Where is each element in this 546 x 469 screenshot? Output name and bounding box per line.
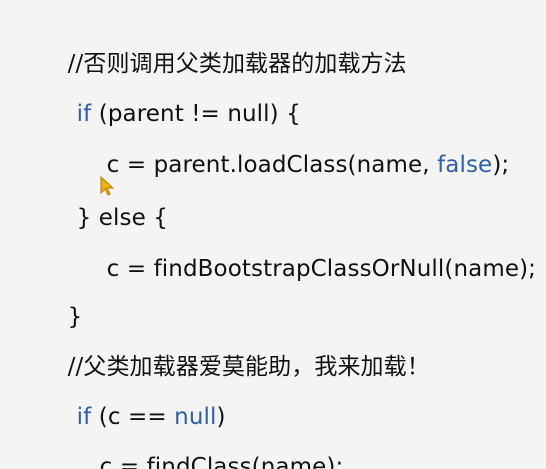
code-line-comment-help: //父类加载器爱莫能助，我来加载！: [0, 307, 546, 380]
code-line-bootstrap-class: c = findBootstrapClassOrNull(name);: [0, 209, 546, 282]
assign-find-text: c = findClass(name);: [99, 454, 344, 469]
code-line-if-null: if (c == null): [0, 357, 546, 430]
code-line-close-brace: }: [0, 257, 546, 330]
code-line-comment-parent-loader: //否则调用父类加载器的加载方法: [0, 4, 546, 77]
code-line-if-parent: if (parent != null) {: [0, 54, 546, 127]
code-line-find-class: c = findClass(name);: [0, 407, 546, 469]
code-editor: //否则调用父类加载器的加载方法 if (parent != null) { c…: [0, 0, 546, 469]
code-line-else: } else {: [0, 158, 546, 231]
code-line-parent-load-class: c = parent.loadClass(name, false);: [0, 105, 546, 178]
